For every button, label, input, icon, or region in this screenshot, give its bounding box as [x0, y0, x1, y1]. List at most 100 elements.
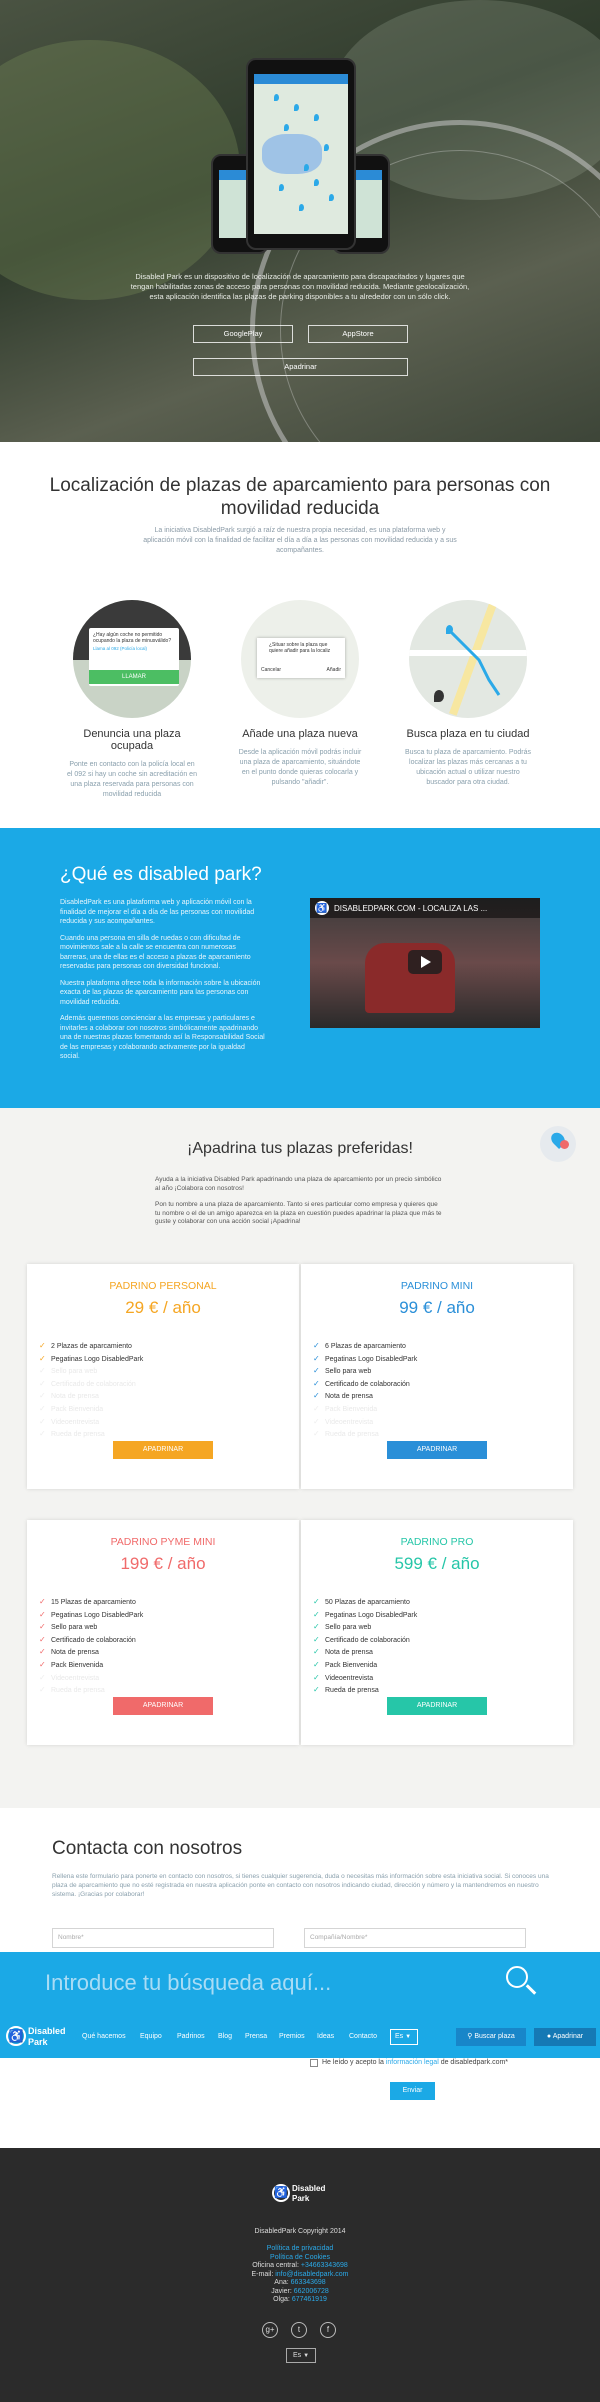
nav-apadrinar-button[interactable]: ● Apadrinar	[534, 2028, 596, 2046]
privacy-policy-link[interactable]: Política de privacidad	[0, 2245, 600, 2254]
send-button[interactable]: Enviar	[390, 2082, 435, 2100]
plan-name: PADRINO PRO	[400, 1536, 474, 1548]
plan-name: PADRINO PYME MINI	[110, 1536, 216, 1548]
nav-premios[interactable]: Premios	[279, 2033, 305, 2040]
search-icon: ⚲	[467, 2033, 473, 2040]
check-icon: ✓	[313, 1341, 320, 1350]
check-icon: ✓	[39, 1647, 46, 1657]
plan-price: 29 € / año	[125, 1298, 201, 1317]
nav-blog[interactable]: Blog	[218, 2033, 232, 2040]
appstore-button[interactable]: AppStore	[308, 325, 408, 343]
plan-feature: ✓ Rueda de prensa	[313, 1428, 573, 1441]
plan-apadrinar-button[interactable]: APADRINAR	[113, 1697, 213, 1715]
plan-feature: ✓ Certificado de colaboración	[39, 1378, 299, 1391]
plan-feature: ✓ Sello para web	[39, 1365, 299, 1378]
plan-apadrinar-button[interactable]: APADRINAR	[113, 1441, 213, 1459]
footer: ♿ Disabled Park DisabledPark Copyright 2…	[0, 2148, 600, 2402]
company-field[interactable]: Compañía/Nombre*	[304, 1928, 526, 1948]
nav-ideas[interactable]: Ideas	[317, 2033, 334, 2040]
check-icon: ✓	[39, 1622, 46, 1632]
googleplus-icon[interactable]: g+	[262, 2322, 278, 2338]
facebook-icon[interactable]: f	[320, 2322, 336, 2338]
video-logo-icon: ♿	[315, 901, 329, 915]
about-section: ¿Qué es disabled park? DisabledPark es u…	[0, 828, 600, 1108]
main-nav: ♿ Disabled Park Qué hacemos Equipo Padri…	[0, 2018, 600, 2058]
feature-report: ¿Hay algún coche no permitido ocupando l…	[67, 600, 197, 800]
feature-add: ¿Situar sobre la plaza que quiere añadir…	[235, 600, 365, 788]
plan-card-pro: PADRINO PRO 599 € / año ✓ 50 Plazas de apar…	[301, 1520, 573, 1745]
feature-search-title: Busca plaza en tu ciudad	[406, 728, 530, 740]
name-field[interactable]: Nombre*	[52, 1928, 274, 1948]
privacy-checkbox[interactable]	[310, 2059, 318, 2067]
sponsor-intro-2: Pon tu nombre a una plaza de aparcamient…	[155, 1201, 442, 1225]
nav-que-hacemos[interactable]: Qué hacemos	[82, 2033, 126, 2040]
search-bar: Introduce tu búsqueda aquí...	[0, 1952, 600, 2018]
video-player[interactable]: ♿ DISABLEDPARK.COM - LOCALIZA LAS ...	[310, 898, 540, 1028]
wheelchair-logo-icon: ♿	[6, 2026, 26, 2046]
check-icon: ✓	[39, 1378, 46, 1388]
plan-apadrinar-button[interactable]: APADRINAR	[387, 1697, 487, 1715]
sponsor-intro-1: Ayuda a la iniciativa Disabled Park apad…	[155, 1176, 442, 1192]
check-icon: ✓	[39, 1609, 46, 1619]
plan-feature: ✓ Nota de prensa	[313, 1646, 573, 1659]
plan-feature: ✓ Sello para web	[313, 1365, 573, 1378]
add-place-illustration: ¿Situar sobre la plaza que quiere añadir…	[241, 600, 359, 718]
contact-ana: Ana: 663343698	[274, 2279, 326, 2286]
check-icon: ✓	[39, 1416, 46, 1426]
feature-report-text: Ponte en contacto con la policía local e…	[67, 761, 197, 798]
check-icon: ✓	[313, 1429, 320, 1439]
contact-text: Rellena este formulario para ponerte en …	[52, 1873, 549, 1898]
about-paragraph: DisabledPark es una plataforma web y apl…	[60, 899, 255, 925]
check-icon: ✓	[313, 1403, 320, 1413]
plan-feature: ✓ Pack Bienvenida	[313, 1403, 573, 1416]
twitter-icon[interactable]: t	[291, 2322, 307, 2338]
email-link[interactable]: info@disabledpark.com	[275, 2271, 348, 2278]
plan-feature: ✓ Sello para web	[39, 1621, 299, 1634]
nav-language-select[interactable]: Es ▼	[390, 2029, 418, 2045]
check-icon: ✓	[39, 1366, 46, 1376]
check-icon: ✓	[39, 1341, 46, 1350]
plan-feature: ✓ Certificado de colaboración	[313, 1378, 573, 1391]
hero-apadrinar-button[interactable]: Apadrinar	[193, 358, 408, 376]
check-icon: ✓	[39, 1597, 46, 1606]
plan-feature: ✓ 15 Plazas de aparcamiento	[39, 1596, 299, 1609]
logo[interactable]: ♿ Disabled Park	[6, 2024, 74, 2052]
nav-prensa[interactable]: Prensa	[245, 2033, 267, 2040]
sponsor-title: ¡Apadrina tus plazas preferidas!	[187, 1140, 413, 1157]
nav-contacto[interactable]: Contacto	[349, 2033, 377, 2040]
plan-feature: ✓ Videoentrevista	[39, 1416, 299, 1429]
footer-language-select[interactable]: Es ▼	[286, 2348, 316, 2363]
about-title: ¿Qué es disabled park?	[60, 864, 262, 885]
about-paragraph: Cuando una persona en silla de ruedas o …	[60, 934, 251, 971]
check-icon: ✓	[313, 1634, 320, 1644]
nav-equipo[interactable]: Equipo	[140, 2033, 162, 2040]
feature-add-title: Añade una plaza nueva	[242, 728, 358, 740]
play-icon[interactable]	[408, 950, 442, 974]
check-icon: ✓	[313, 1416, 320, 1426]
check-icon: ✓	[313, 1685, 320, 1695]
check-icon: ✓	[39, 1353, 46, 1363]
plan-feature: ✓ Sello para web	[313, 1621, 573, 1634]
phone-center-image	[246, 58, 356, 250]
check-icon: ✓	[39, 1403, 46, 1413]
cookies-policy-link[interactable]: Política de Cookies	[0, 2254, 600, 2263]
googleplay-button[interactable]: GooglePlay	[193, 325, 293, 343]
search-icon[interactable]	[506, 1966, 537, 1996]
search-place-button[interactable]: ⚲ Buscar plaza	[456, 2028, 526, 2046]
email-line: E-mail: info@disabledpark.com	[251, 2270, 349, 2278]
feature-report-title: Denuncia una plaza ocupada	[83, 728, 181, 752]
plan-apadrinar-button[interactable]: APADRINAR	[387, 1441, 487, 1459]
plan-feature: ✓ Pegatinas Logo DisabledPark	[39, 1609, 299, 1622]
nav-padrinos[interactable]: Padrinos	[177, 2033, 205, 2040]
check-icon: ✓	[313, 1597, 320, 1606]
check-icon: ✓	[313, 1366, 320, 1376]
plan-feature: ✓ Pack Bienvenida	[39, 1659, 299, 1672]
privacy-link[interactable]: información legal	[386, 2059, 439, 2066]
check-icon: ✓	[39, 1429, 46, 1439]
footer-logo: ♿ Disabled Park	[272, 2182, 332, 2208]
pin-icon: ●	[546, 2033, 552, 2040]
plan-card-personal: PADRINO PERSONAL 29 € / año ✓ 2 Plazas de a…	[27, 1264, 299, 1489]
plan-feature: ✓ 6 Plazas de aparcamiento	[313, 1340, 573, 1353]
search-input[interactable]: Introduce tu búsqueda aquí...	[45, 1970, 331, 1996]
check-icon: ✓	[313, 1609, 320, 1619]
